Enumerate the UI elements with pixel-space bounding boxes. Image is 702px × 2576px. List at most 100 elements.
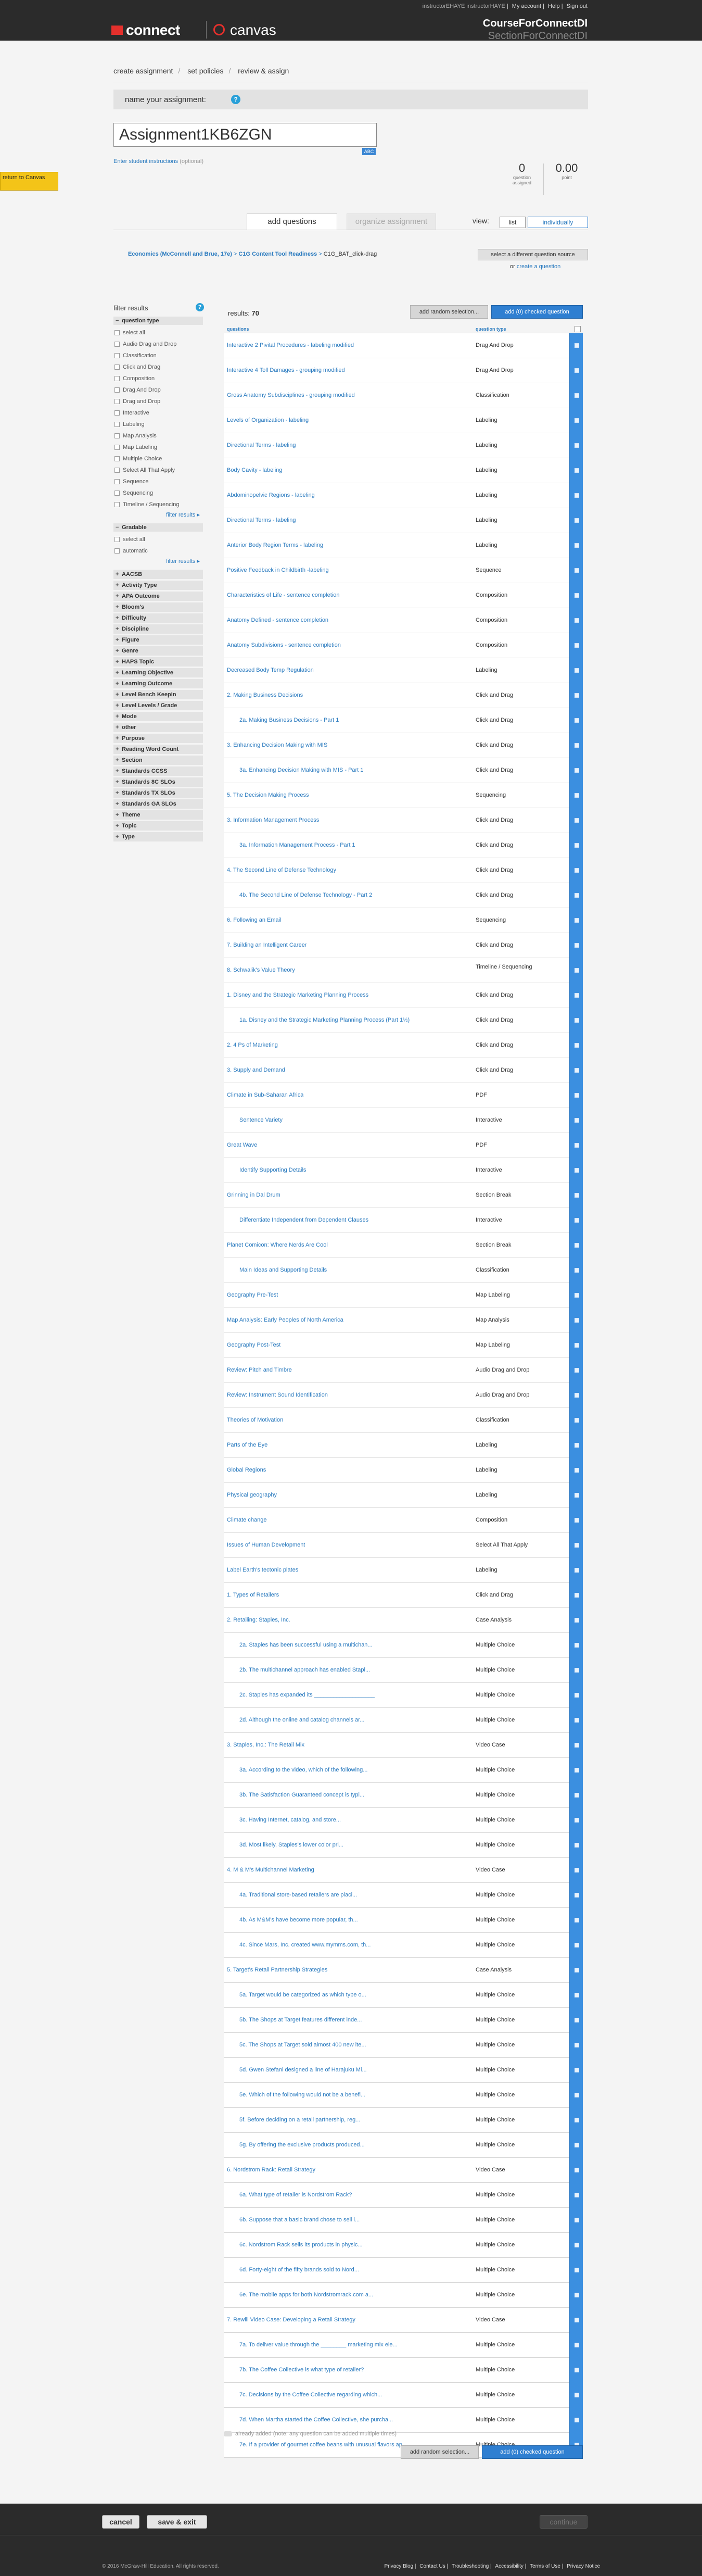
question-link[interactable]: Planet Comicon: Where Nerds Are Cool bbox=[227, 1242, 328, 1248]
filter-checkbox[interactable] bbox=[114, 365, 120, 370]
row-checkbox[interactable] bbox=[575, 1468, 579, 1473]
question-link[interactable]: Parts of the Eye bbox=[227, 1442, 267, 1448]
question-link[interactable]: 4a. Traditional store-based retailers ar… bbox=[239, 1892, 357, 1898]
row-select[interactable] bbox=[569, 683, 583, 708]
question-link[interactable]: 2a. Making Business Decisions - Part 1 bbox=[239, 717, 339, 723]
row-select[interactable] bbox=[569, 2133, 583, 2158]
filter-group-collapsed[interactable]: + Genre bbox=[113, 646, 203, 656]
row-select[interactable] bbox=[569, 533, 583, 558]
filter-option[interactable]: Map Labeling bbox=[113, 442, 203, 453]
filter-group-collapsed[interactable]: + Type bbox=[113, 832, 203, 841]
row-select[interactable] bbox=[569, 2408, 583, 2433]
row-select[interactable] bbox=[569, 1533, 583, 1558]
row-select[interactable] bbox=[569, 1408, 583, 1433]
row-checkbox[interactable] bbox=[575, 468, 579, 473]
question-link[interactable]: Interactive 2 Pivital Procedures - label… bbox=[227, 342, 354, 348]
cancel-button[interactable]: cancel bbox=[102, 2515, 139, 2529]
question-link[interactable]: Physical geography bbox=[227, 1492, 277, 1498]
question-link[interactable]: 4c. Since Mars, Inc. created www.mymms.c… bbox=[239, 1942, 371, 1948]
filter-group-collapsed[interactable]: + Learning Outcome bbox=[113, 679, 203, 688]
question-link[interactable]: Characteristics of Life - sentence compl… bbox=[227, 592, 339, 598]
row-checkbox[interactable] bbox=[575, 2218, 579, 2222]
question-link[interactable]: 5a. Target would be categorized as which… bbox=[239, 1992, 366, 1998]
row-select[interactable] bbox=[569, 2258, 583, 2283]
question-link[interactable]: 2. Retailing: Staples, Inc. bbox=[227, 1617, 290, 1623]
filter-group-collapsed[interactable]: + Activity Type bbox=[113, 581, 203, 590]
filter-results-link[interactable]: filter results ▸ bbox=[113, 558, 203, 564]
row-select[interactable] bbox=[569, 608, 583, 633]
row-checkbox[interactable] bbox=[575, 568, 579, 573]
question-link[interactable]: 4. The Second Line of Defense Technology bbox=[227, 867, 336, 873]
question-link[interactable]: 3. Information Management Process bbox=[227, 817, 319, 823]
row-select[interactable] bbox=[569, 733, 583, 758]
row-checkbox[interactable] bbox=[575, 1818, 579, 1823]
question-link[interactable]: 6e. The mobile apps for both Nordstromra… bbox=[239, 2292, 373, 2298]
question-link[interactable]: 7c. Decisions by the Coffee Collective r… bbox=[239, 2392, 382, 2398]
row-checkbox[interactable] bbox=[575, 1993, 579, 1997]
row-select[interactable] bbox=[569, 1783, 583, 1808]
question-link[interactable]: Decreased Body Temp Regulation bbox=[227, 667, 314, 673]
filter-group-collapsed[interactable]: + Mode bbox=[113, 712, 203, 721]
question-link[interactable]: 6. Following an Email bbox=[227, 917, 282, 923]
question-link[interactable]: 6. Nordstrom Rack: Retail Strategy bbox=[227, 2167, 315, 2173]
filter-checkbox[interactable] bbox=[114, 537, 120, 543]
row-select[interactable] bbox=[569, 2158, 583, 2183]
row-select[interactable] bbox=[569, 1708, 583, 1733]
question-link[interactable]: Review: Instrument Sound Identification bbox=[227, 1392, 328, 1398]
question-link[interactable]: Grinning in Dal Drum bbox=[227, 1192, 280, 1198]
save-exit-button[interactable]: save & exit bbox=[147, 2515, 207, 2529]
row-checkbox[interactable] bbox=[575, 2043, 579, 2047]
question-link[interactable]: 3a. Enhancing Decision Making with MIS -… bbox=[239, 767, 363, 773]
row-checkbox[interactable] bbox=[575, 2093, 579, 2097]
filter-checkbox[interactable] bbox=[114, 342, 120, 347]
row-checkbox[interactable] bbox=[575, 1618, 579, 1623]
question-link[interactable]: Sentence Variety bbox=[239, 1117, 283, 1123]
question-link[interactable]: 5. Target's Retail Partnership Strategie… bbox=[227, 1967, 327, 1973]
row-checkbox[interactable] bbox=[575, 1268, 579, 1273]
row-select[interactable] bbox=[569, 408, 583, 433]
question-link[interactable]: 7b. The Coffee Collective is what type o… bbox=[239, 2367, 364, 2373]
row-select[interactable] bbox=[569, 2208, 583, 2233]
row-select[interactable] bbox=[569, 1758, 583, 1783]
question-link[interactable]: Gross Anatomy Subdisciplines - grouping … bbox=[227, 392, 355, 398]
row-checkbox[interactable] bbox=[575, 393, 579, 398]
row-checkbox[interactable] bbox=[575, 2193, 579, 2197]
question-link[interactable]: 7e. If a provider of gourmet coffee bean… bbox=[239, 2442, 407, 2448]
question-link[interactable]: 1a. Disney and the Strategic Marketing P… bbox=[239, 1017, 410, 1023]
row-checkbox[interactable] bbox=[575, 2143, 579, 2147]
filter-group-collapsed[interactable]: + Level Levels / Grade bbox=[113, 701, 203, 710]
filter-option[interactable]: Timeline / Sequencing bbox=[113, 499, 203, 510]
question-link[interactable]: Theories of Motivation bbox=[227, 1417, 283, 1423]
question-link[interactable]: 2d. Although the online and catalog chan… bbox=[239, 1717, 364, 1723]
row-checkbox[interactable] bbox=[575, 2118, 579, 2122]
filter-group-collapsed[interactable]: + Reading Word Count bbox=[113, 745, 203, 754]
question-link[interactable]: Map Analysis: Early Peoples of North Ame… bbox=[227, 1317, 343, 1323]
row-checkbox[interactable] bbox=[575, 1068, 579, 1073]
row-select[interactable] bbox=[569, 1033, 583, 1058]
filter-results-link[interactable]: filter results ▸ bbox=[113, 511, 203, 518]
question-link[interactable]: Climate in Sub-Saharan Africa bbox=[227, 1092, 303, 1098]
row-checkbox[interactable] bbox=[575, 443, 579, 448]
row-checkbox[interactable] bbox=[575, 1093, 579, 1098]
question-link[interactable]: 3. Supply and Demand bbox=[227, 1067, 285, 1073]
question-link[interactable]: 5b. The Shops at Target features differe… bbox=[239, 2017, 362, 2023]
row-select[interactable] bbox=[569, 1983, 583, 2008]
row-select[interactable] bbox=[569, 1258, 583, 1283]
filter-option[interactable]: Composition bbox=[113, 373, 203, 384]
question-link[interactable]: Anatomy Defined - sentence completion bbox=[227, 617, 328, 623]
filter-group-collapsed[interactable]: + Bloom's bbox=[113, 602, 203, 612]
row-checkbox[interactable] bbox=[575, 1143, 579, 1148]
question-link[interactable]: 6b. Suppose that a basic brand chose to … bbox=[239, 2217, 360, 2223]
row-select[interactable] bbox=[569, 2308, 583, 2333]
question-link[interactable]: 1. Types of Retailers bbox=[227, 1592, 279, 1598]
filter-group-collapsed[interactable]: + Figure bbox=[113, 635, 203, 645]
filter-group-collapsed[interactable]: + Difficulty bbox=[113, 613, 203, 623]
view-list-button[interactable]: list bbox=[500, 217, 526, 228]
question-link[interactable]: Global Regions bbox=[227, 1467, 266, 1473]
tab-organize-assignment[interactable]: organize assignment bbox=[347, 213, 436, 230]
row-select[interactable] bbox=[569, 958, 583, 983]
question-link[interactable]: 8. Schwalik's Value Theory bbox=[227, 967, 295, 973]
return-to-canvas-tab[interactable]: return to Canvas bbox=[0, 172, 58, 191]
question-link[interactable]: Review: Pitch and Timbre bbox=[227, 1367, 292, 1373]
row-checkbox[interactable] bbox=[575, 1318, 579, 1323]
